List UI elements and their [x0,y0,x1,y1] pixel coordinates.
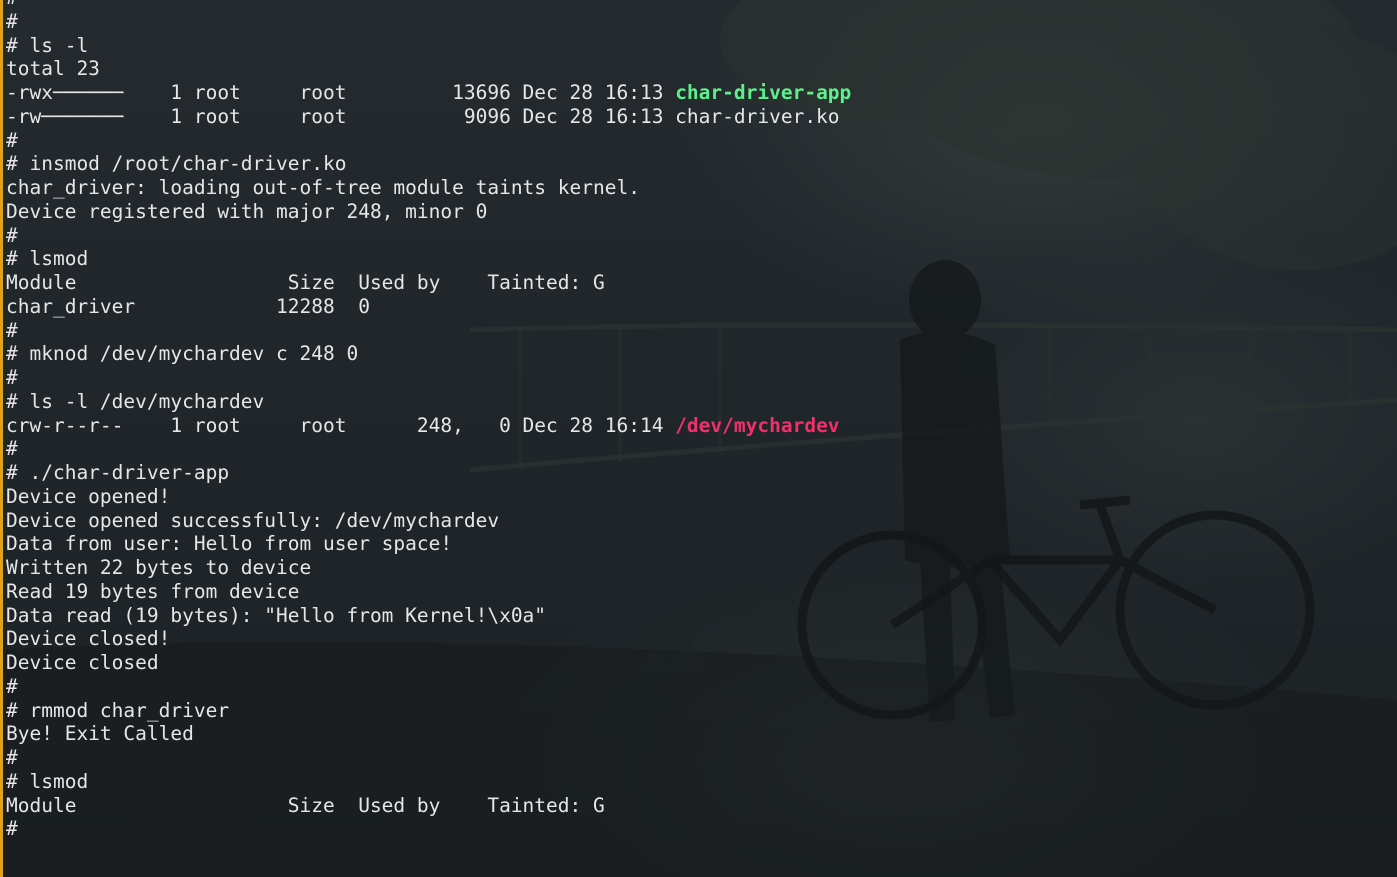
terminal-line: Read 19 bytes from device [6,580,851,604]
terminal-line: # [6,224,851,248]
terminal-line: # ls -l [6,34,851,58]
terminal-text: # [6,318,18,342]
terminal-text: # lsmod [6,247,89,271]
terminal-text: Device opened successfully: /dev/mychard… [6,508,500,532]
terminal-text: # mknod /dev/mychardev c 248 0 [6,342,359,366]
terminal-output[interactable]: ### ls -ltotal 23-rwx────── 1 root root … [6,0,851,841]
terminal-line: -rwx────── 1 root root 13696 Dec 28 16:1… [6,81,851,105]
terminal-text: Module Size Used by Tainted: G [6,271,605,294]
terminal-text: -rwx────── 1 root root 13696 Dec 28 16:1… [6,81,676,104]
terminal-line: Module Size Used by Tainted: G [6,794,851,818]
terminal-text: crw-r--r-- 1 root root 248, 0 Dec 28 16:… [6,413,676,437]
terminal-text: Bye! Exit Called [6,722,194,746]
terminal-text: char_driver: loading out-of-tree module … [6,176,640,199]
terminal-line: # [6,746,851,770]
terminal-text: # [6,817,18,841]
executable-filename: char-driver-app [675,81,852,104]
terminal-line: -rw─────── 1 root root 9096 Dec 28 16:13… [6,105,851,129]
terminal-line: # lsmod [6,770,851,794]
terminal-line: # ls -l /dev/mychardev [6,390,851,414]
terminal-text: # rmmod char_driver [6,698,230,722]
terminal-line: # [6,129,851,153]
terminal-line: Bye! Exit Called [6,722,851,746]
terminal-text: Read 19 bytes from device [6,579,300,603]
terminal-line: Device closed! [6,627,851,651]
terminal-text: # [6,0,18,9]
terminal-text: Data from user: Hello from user space! [6,532,453,556]
terminal-line: # [6,675,851,699]
terminal-line: # [6,366,851,390]
terminal-line: # mknod /dev/mychardev c 248 0 [6,342,851,366]
terminal-line: total 23 [6,57,851,81]
terminal-line: Data read (19 bytes): "Hello from Kernel… [6,604,851,628]
device-filename: /dev/mychardev [675,413,840,437]
terminal-text: # ls -l [6,33,89,57]
terminal-window[interactable]: ### ls -ltotal 23-rwx────── 1 root root … [0,0,1397,877]
terminal-text: # insmod /root/char-driver.ko [6,152,347,176]
terminal-text: # [6,437,18,461]
terminal-text: # [6,9,18,33]
terminal-text: Device opened! [6,484,171,508]
terminal-text: -rw─────── 1 root root 9096 Dec 28 16:13… [6,104,840,128]
terminal-text: # [6,128,18,152]
terminal-text: Device registered with major 248, minor … [6,199,488,223]
terminal-line: # [6,0,851,10]
terminal-line: Data from user: Hello from user space! [6,532,851,556]
terminal-line: Device opened! [6,485,851,509]
terminal-line: # [6,817,851,841]
terminal-text: Device closed! [6,627,171,651]
terminal-text: # [6,366,18,389]
terminal-line: char_driver 12288 0 [6,295,851,319]
terminal-text: # ls -l /dev/mychardev [6,389,265,413]
terminal-text: # ./char-driver-app [6,461,230,484]
terminal-line: # [6,319,851,343]
terminal-text: Device closed [6,651,159,674]
terminal-text: # lsmod [6,769,89,793]
terminal-line: Module Size Used by Tainted: G [6,271,851,295]
terminal-line: # lsmod [6,247,851,271]
terminal-text: # [6,674,18,698]
terminal-line: Device closed [6,651,851,675]
terminal-line: # insmod /root/char-driver.ko [6,152,851,176]
terminal-text: # [6,746,18,769]
terminal-text: Module Size Used by Tainted: G [6,793,605,817]
terminal-line: Device registered with major 248, minor … [6,200,851,224]
terminal-line: # [6,437,851,461]
terminal-line: # rmmod char_driver [6,699,851,723]
terminal-line: crw-r--r-- 1 root root 248, 0 Dec 28 16:… [6,414,851,438]
terminal-text: # [6,223,18,247]
terminal-text: Written 22 bytes to device [6,556,312,579]
active-pane-border [0,0,3,877]
terminal-line: Written 22 bytes to device [6,556,851,580]
terminal-text: Data read (19 bytes): "Hello from Kernel… [6,603,547,627]
terminal-line: # ./char-driver-app [6,461,851,485]
terminal-line: char_driver: loading out-of-tree module … [6,176,851,200]
terminal-line: # [6,10,851,34]
terminal-text: char_driver 12288 0 [6,294,370,318]
terminal-text: total 23 [6,57,100,81]
terminal-line: Device opened successfully: /dev/mychard… [6,509,851,533]
